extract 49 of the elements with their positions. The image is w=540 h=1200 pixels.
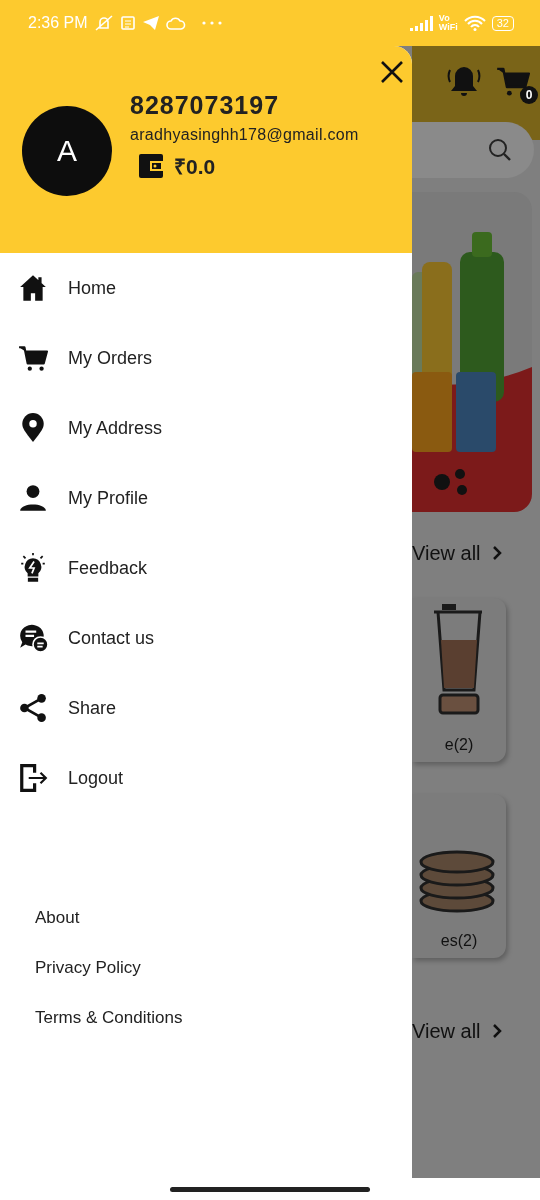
chevron-right-icon [490,545,503,561]
category-label: e(2) [444,736,474,754]
view-all-link[interactable]: View all [412,541,481,565]
wallet-icon [138,153,164,179]
menu-item[interactable]: Contact us [0,603,412,673]
cart-count-badge: 0 [520,86,538,104]
footer-link[interactable]: About [35,893,80,943]
view-all-link[interactable]: View all [412,1019,481,1043]
chat-bubbles-icon [18,623,48,653]
menu-item[interactable]: Feedback [0,533,412,603]
menu-item[interactable]: Share [0,673,412,743]
avatar-initial: A [57,133,77,168]
battery-level: 32 [491,15,514,31]
wifi-icon [463,15,486,31]
document-icon [119,15,136,31]
share-icon [18,693,48,723]
search-field[interactable] [412,122,534,178]
category-card[interactable]: es(2) [412,794,506,958]
lightbulb-icon [18,553,48,583]
network-label: WiFi [438,23,458,32]
menu-item[interactable]: My Address [0,393,412,463]
signal-icon [408,15,433,31]
paper-plane-icon [141,15,160,31]
home-indicator[interactable] [170,1186,370,1192]
avatar[interactable]: A [22,105,112,196]
bell-icon[interactable] [446,64,482,98]
person-icon [18,483,48,513]
logout-icon [18,763,48,793]
menu-item[interactable]: Home [0,253,412,323]
email-address: aradhyasinghh178@gmail.com [130,126,359,144]
chevron-right-icon [490,1023,503,1039]
clock-time: 2:36 PM [28,14,88,32]
cloud-icon [165,16,186,30]
menu-item[interactable]: My Orders [0,323,412,393]
category-label: es(2) [440,932,478,950]
footer-link[interactable]: Terms & Conditions [35,993,183,1043]
search-icon [488,138,512,162]
footer-link[interactable]: Privacy Policy [35,943,141,993]
close-icon [380,60,404,84]
more-icon [201,21,222,25]
category-card[interactable]: e(2) [412,598,506,762]
phone-number: 8287073197 [130,91,281,120]
home-icon [18,273,48,303]
wallet-balance: ₹0.0 [174,154,216,180]
menu-item[interactable]: My Profile [0,463,412,533]
network-label: Vo [438,14,451,23]
cart-icon [18,343,48,373]
muted-alarm-icon [93,14,114,32]
menu-item[interactable]: Logout [0,743,412,813]
